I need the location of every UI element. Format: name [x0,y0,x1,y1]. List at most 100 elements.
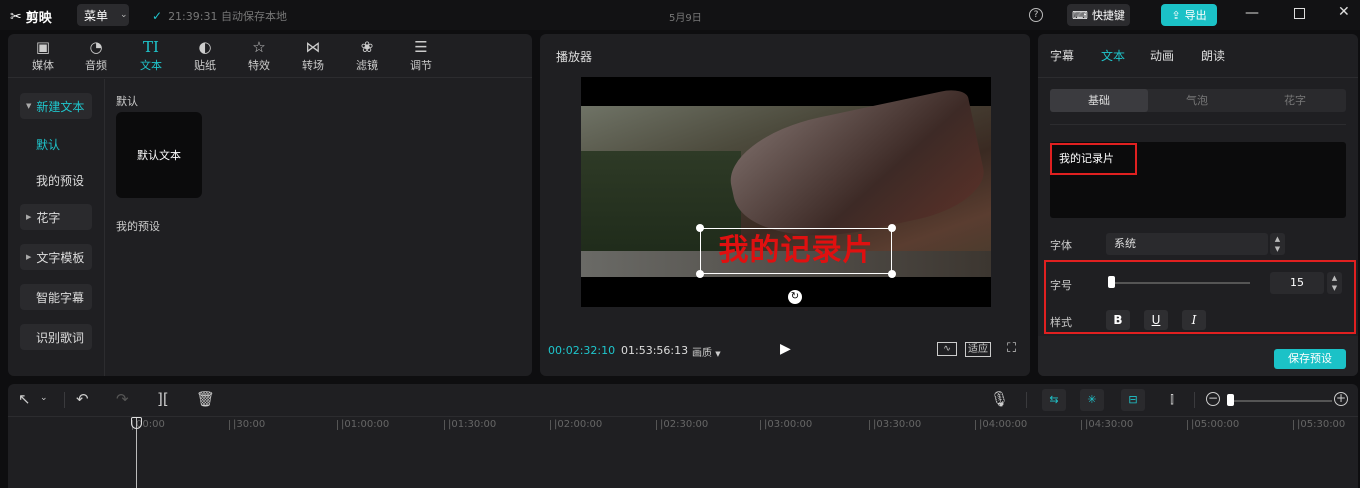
logo-icon: ✂ [10,8,22,25]
fit-button[interactable]: 适应 [965,342,991,357]
nav-new-text[interactable]: ▼ 新建文本 [20,93,92,119]
tab-sticker[interactable]: ◐ 贴纸 [185,37,225,73]
rotate-icon[interactable]: ↻ [788,290,802,304]
inspector-tabs: 字幕 文本 动画 朗读 [1038,34,1358,78]
adjust-icon: ☰ [414,38,428,56]
nav-smart-caption[interactable]: 智能字幕 [20,284,92,310]
nav-default[interactable]: 默认 [20,131,92,157]
preview-axis-icon[interactable]: ⫿ [1160,389,1184,411]
maximize-icon[interactable] [1294,8,1305,19]
caption-selection[interactable]: 我的记录片 [696,224,896,278]
default-text-card[interactable]: 默认文本 [116,112,202,198]
nav-label: 智能字幕 [36,290,85,305]
size-stepper[interactable]: ▲ ▼ [1327,272,1342,294]
ruler-tick: |02:30:00 [655,419,709,430]
zoom-slider-handle[interactable] [1227,394,1234,406]
bold-button[interactable]: B [1106,310,1130,330]
tab-adjust[interactable]: ☰ 调节 [401,37,441,73]
ruler-tick: |02:00:00 [549,419,603,430]
filter-icon: ❀ [360,38,374,56]
save-status-text: 21:39:31 自动保存本地 [168,10,287,23]
fullscreen-icon[interactable]: ⛶ [1007,341,1016,356]
chevron-down-icon[interactable]: ⌄ [40,393,48,403]
project-date: 5月9日 [669,13,702,24]
tab-animation[interactable]: 动画 [1150,47,1174,64]
main-track-magnet-icon[interactable]: ⇆ [1042,389,1066,411]
playhead-handle[interactable] [131,417,142,429]
keyboard-icon: ⌨ [1072,8,1088,22]
size-input[interactable]: 15 [1270,272,1324,294]
play-icon[interactable]: ▶ [780,341,791,357]
minimize-icon[interactable]: — [1245,5,1259,21]
current-time: 00:02:32:10 [548,344,616,357]
shortcut-button[interactable]: ⌨ 快捷键 [1067,4,1130,26]
nav-fancy-text[interactable]: ▶ 花字 [20,204,92,230]
subtab-basic[interactable]: 基础 [1050,89,1148,112]
tab-audio[interactable]: ◔ 音频 [76,37,116,73]
video-canvas[interactable]: 我的记录片 ↻ [581,77,991,307]
section-default-title: 默认 [116,95,138,108]
font-stepper[interactable]: ▲ ▼ [1270,233,1285,255]
ruler-tick: |30:00 [228,419,266,430]
undo-icon[interactable]: ↶ [76,390,89,408]
resize-handle[interactable] [888,270,896,278]
resize-handle[interactable] [696,224,704,232]
tab-text[interactable]: 文本 [1101,47,1125,64]
nav-label: 新建文本 [36,99,85,114]
quality-dropdown[interactable]: 画质 ▼ [692,344,721,359]
size-slider-track[interactable] [1108,282,1250,284]
help-icon[interactable]: ? [1029,8,1043,22]
microphone-icon[interactable]: 🎙 [990,390,1009,408]
tab-read-aloud[interactable]: 朗读 [1201,47,1225,64]
tab-label: 滤镜 [356,59,378,72]
italic-button[interactable]: I [1182,310,1206,330]
subtab-bubble[interactable]: 气泡 [1148,89,1246,112]
export-button[interactable]: ⇪ 导出 [1161,4,1217,26]
timeline-ruler[interactable]: 00:00 |30:00 |01:00:00 |01:30:00 |02:00:… [8,416,1358,432]
tab-label: 调节 [410,59,432,72]
nav-label: 我的预设 [36,173,85,188]
close-icon[interactable]: ✕ [1338,4,1350,20]
auto-snap-icon[interactable]: ✳ [1080,389,1104,411]
divider [64,392,65,408]
select-tool-icon[interactable]: ↖ [18,390,31,408]
link-icon[interactable]: ⊟ [1121,389,1145,411]
tab-effects[interactable]: ☆ 特效 [239,37,279,73]
zoom-in-icon[interactable]: + [1334,392,1348,406]
editor-app: ✂ 剪映 菜单 ⌄ ✓ 21:39:31 自动保存本地 5月9日 ? ⌨ 快捷键… [0,0,1360,488]
save-preset-button[interactable]: 保存预设 [1274,349,1346,369]
menu-button[interactable]: 菜单 ⌄ [77,4,129,26]
size-slider-handle[interactable] [1107,276,1115,288]
text-category-nav: ▼ 新建文本 默认 我的预设 ▶ 花字 ▶ 文字模板 智能字幕 识别歌词 [8,79,105,376]
tab-subtitle[interactable]: 字幕 [1050,47,1074,64]
nav-label: 识别歌词 [36,330,85,345]
caption-text: 我的记录片 [718,233,874,268]
tab-media[interactable]: ▣ 媒体 [23,37,63,73]
nav-my-presets[interactable]: 我的预设 [20,167,92,193]
zoom-slider-track[interactable] [1232,400,1332,402]
split-icon[interactable]: ][ [157,390,169,408]
media-icon: ▣ [35,38,51,56]
ruler-tick: |03:00:00 [759,419,813,430]
tab-text[interactable]: TI 文本 [131,37,171,73]
tab-transition[interactable]: ⋈ 转场 [293,37,333,73]
zoom-out-icon[interactable]: − [1206,392,1220,406]
sticker-icon: ◐ [198,38,212,56]
resize-handle[interactable] [888,224,896,232]
waveform-icon[interactable]: ∿ [937,342,957,356]
subtab-fancy[interactable]: 花字 [1246,89,1344,112]
timeline-panel: ↖ ⌄ ↶ ↷ ][ 🗑 🎙 ⇆ ✳ ⊟ ⫿ − + 00:00 |30:00 … [8,384,1358,488]
redo-icon[interactable]: ↷ [116,390,129,408]
delete-icon[interactable]: 🗑 [196,390,215,408]
tab-filter[interactable]: ❀ 滤镜 [347,37,387,73]
resize-handle[interactable] [696,270,704,278]
effects-icon: ☆ [252,38,266,56]
text-highlight-box [1050,143,1137,175]
nav-lyrics[interactable]: 识别歌词 [20,324,92,350]
media-tabs: ▣ 媒体 ◔ 音频 TI 文本 ◐ 贴纸 ☆ 特效 ⋈ 转场 ❀ 滤镜 ☰ 调节 [8,34,532,78]
nav-text-template[interactable]: ▶ 文字模板 [20,244,92,270]
quality-label: 画质 [692,348,712,359]
font-select[interactable]: 系统 [1106,233,1268,255]
size-label: 字号 [1050,279,1072,292]
underline-button[interactable]: U [1144,310,1168,330]
